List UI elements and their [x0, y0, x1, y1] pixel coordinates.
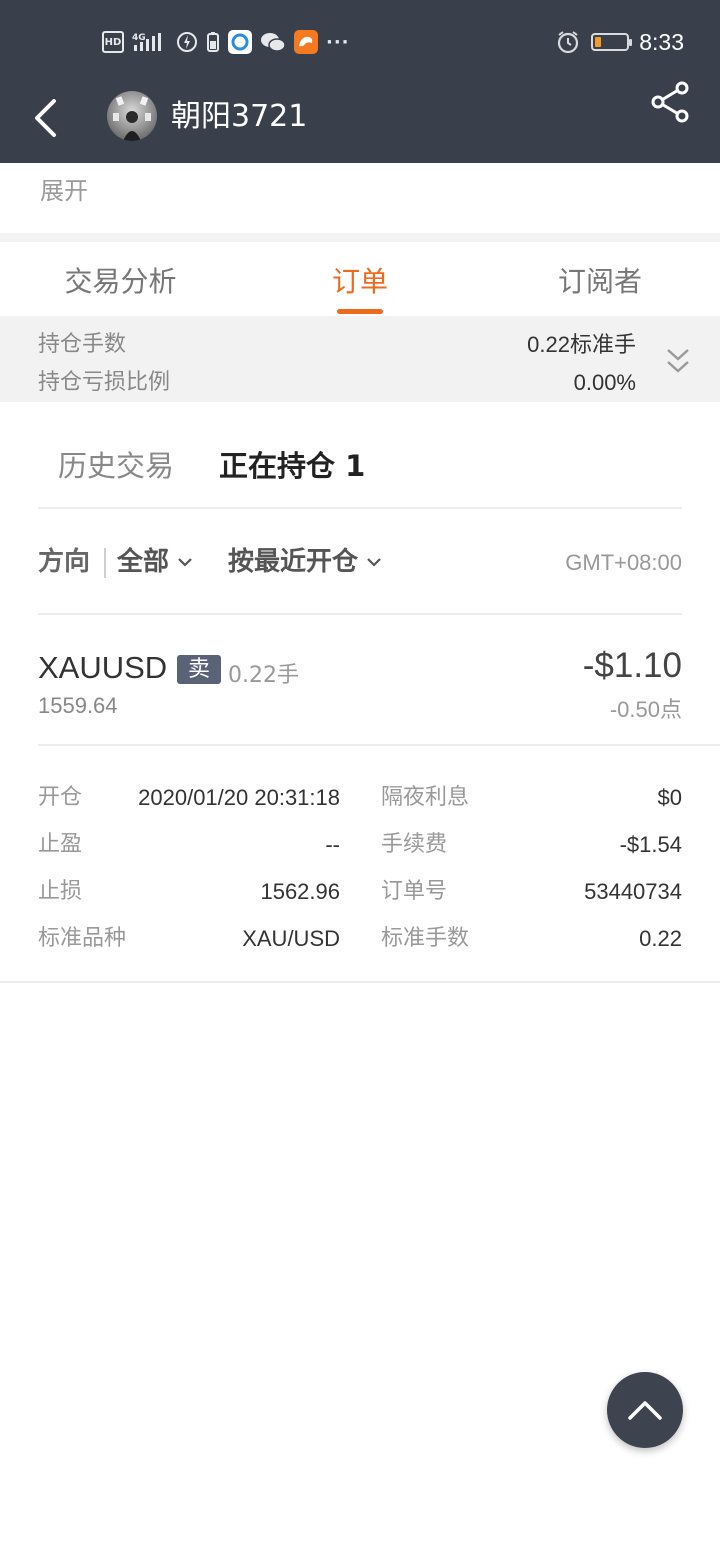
position-pnl: -$1.10 [582, 646, 682, 685]
data-saver-icon [176, 31, 198, 53]
summary-loss-value: 0.00% [573, 370, 636, 395]
position-details: 开仓 2020/01/20 20:31:18 隔夜利息 $0 止盈 -- 手续费… [0, 746, 720, 982]
stop-loss-label: 止损 [38, 879, 83, 904]
page-title: 朝阳3721 [171, 99, 308, 134]
svg-text:4G: 4G [132, 33, 146, 43]
double-chevron-down-icon [667, 349, 689, 373]
position-open-price: 1559.64 [38, 693, 118, 718]
tab-orders[interactable]: 订单 [320, 260, 400, 300]
timezone-label: GMT+08:00 [565, 550, 682, 575]
status-bar-left: HD 4G ··· [102, 28, 350, 56]
direction-filter-value: 全部 [117, 547, 170, 577]
direction-filter[interactable]: 全部 [117, 546, 193, 578]
detail-row: 止损 1562.96 订单号 53440734 [38, 876, 682, 916]
stop-loss-value: 1562.96 [260, 879, 340, 904]
standard-symbol-label: 标准品种 [38, 926, 127, 951]
swap-label: 隔夜利息 [381, 785, 470, 810]
order-number-label: 订单号 [381, 879, 448, 904]
hd-icon: HD [102, 31, 124, 53]
standard-symbol-value: XAU/USD [242, 926, 340, 951]
active-tab-indicator [337, 309, 383, 314]
open-time-value: 2020/01/20 20:31:18 [138, 785, 340, 810]
fee-label: 手续费 [381, 832, 448, 857]
position-symbol: XAUUSD [38, 650, 168, 685]
status-time: 8:33 [639, 28, 684, 55]
app-header: HD 4G ··· 8:33 朝阳3721 [0, 0, 720, 163]
take-profit-label: 止盈 [38, 832, 83, 857]
position-row[interactable]: XAUUSD 卖 0.22手 1559.64 -$1.10 -0.50点 [0, 616, 720, 744]
subtab-history[interactable]: 历史交易 [58, 448, 174, 484]
battery-saver-icon [206, 31, 220, 53]
wechat-icon [260, 31, 286, 53]
filter-separator [104, 548, 106, 578]
detail-row: 止盈 -- 手续费 -$1.54 [38, 829, 682, 869]
more-dots-icon: ··· [326, 31, 350, 53]
sort-filter-value: 按最近开仓 [228, 547, 359, 577]
standard-lots-label: 标准手数 [381, 926, 470, 951]
main-tabs: 交易分析 订单 订阅者 [0, 242, 720, 316]
summary-lots-row: 持仓手数 0.22标准手 [38, 330, 636, 360]
profile-expand-row: 展开 [0, 163, 720, 233]
tab-subscribers[interactable]: 订阅者 [555, 260, 645, 300]
position-summary: 持仓手数 0.22标准手 持仓亏损比例 0.00% [0, 316, 720, 402]
direction-label: 方向 [38, 547, 91, 577]
filter-bar: 方向 全部 按最近开仓 GMT+08:00 [0, 510, 720, 614]
divider [38, 613, 682, 615]
swap-value: $0 [657, 785, 682, 810]
summary-expand-button[interactable] [664, 346, 692, 376]
order-number-value: 53440734 [584, 879, 682, 904]
position-points: -0.50点 [609, 697, 682, 722]
4g-signal-icon: 4G [132, 31, 168, 53]
summary-loss-row: 持仓亏损比例 0.00% [38, 368, 636, 398]
take-profit-value: -- [325, 832, 340, 857]
standard-lots-value: 0.22 [639, 926, 682, 951]
divider [0, 981, 720, 983]
position-lots: 0.22手 [228, 663, 299, 688]
uc-browser-icon [294, 30, 318, 54]
fee-value: -$1.54 [619, 832, 682, 857]
tab-trade-analysis[interactable]: 交易分析 [60, 260, 181, 300]
chevron-down-icon [178, 558, 192, 567]
status-bar-right: 8:33 [555, 26, 684, 58]
detail-row: 开仓 2020/01/20 20:31:18 隔夜利息 $0 [38, 782, 682, 822]
chevron-down-icon [367, 558, 381, 567]
section-divider [0, 233, 720, 242]
order-subtabs: 历史交易 正在持仓 1 [0, 402, 720, 508]
open-time-label: 开仓 [38, 785, 83, 810]
battery-icon [591, 33, 633, 51]
expand-link[interactable]: 展开 [40, 171, 88, 206]
avatar[interactable] [107, 91, 157, 141]
share-button[interactable] [648, 80, 692, 124]
alarm-icon [555, 29, 581, 55]
back-button[interactable] [26, 96, 66, 140]
chevron-up-icon [628, 1401, 662, 1420]
subtab-open-positions[interactable]: 正在持仓 1 [219, 448, 365, 484]
summary-lots-value: 0.22标准手 [527, 332, 636, 357]
back-arrow-icon [35, 99, 56, 137]
share-icon [651, 81, 689, 123]
detail-row: 标准品种 XAU/USD 标准手数 0.22 [38, 923, 682, 963]
summary-loss-label: 持仓亏损比例 [38, 370, 171, 395]
divider [38, 507, 682, 509]
sort-filter[interactable]: 按最近开仓 [228, 546, 382, 578]
summary-lots-label: 持仓手数 [38, 332, 127, 357]
position-side-badge: 卖 [177, 655, 221, 684]
scroll-to-top-button[interactable] [607, 1372, 683, 1448]
app-icon [228, 30, 252, 54]
